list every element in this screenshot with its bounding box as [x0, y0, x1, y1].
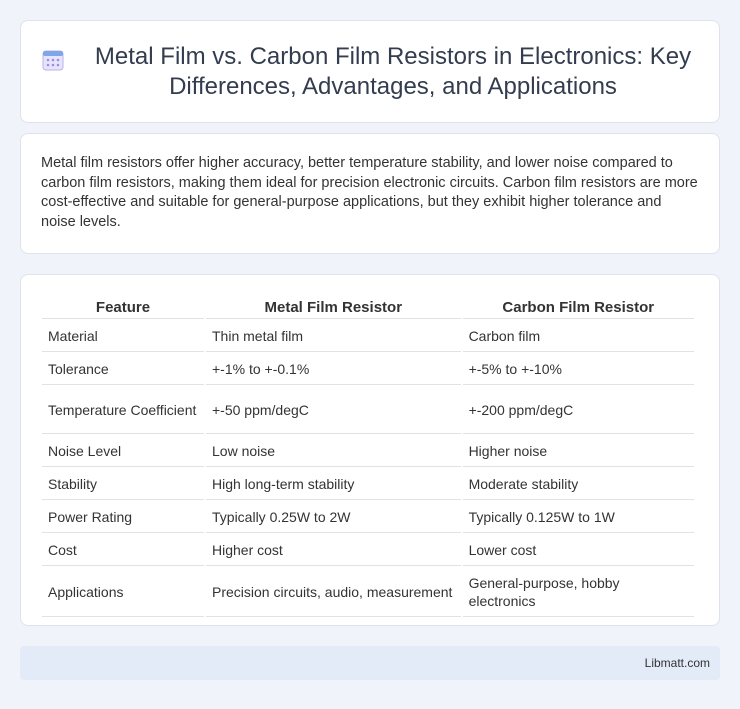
comparison-card: Feature Metal Film Resistor Carbon Film …: [20, 274, 720, 626]
metal-film-cell: Typically 0.25W to 2W: [206, 502, 461, 533]
carbon-film-cell: Moderate stability: [462, 469, 694, 500]
carbon-film-cell: Typically 0.125W to 1W: [462, 502, 694, 533]
summary-paragraph: Metal film resistors offer higher accura…: [41, 155, 698, 230]
feature-cell: Applications: [42, 568, 204, 617]
feature-cell: Power Rating: [42, 502, 204, 533]
metal-film-cell: Low noise: [206, 436, 461, 467]
feature-cell: Stability: [42, 469, 204, 500]
footer-brand: Libmatt.com: [644, 656, 710, 670]
summary-card: Metal film resistors offer higher accura…: [20, 133, 720, 254]
table-row: Applications Precision circuits, audio, …: [42, 568, 694, 617]
table-row: Power Rating Typically 0.25W to 2W Typic…: [42, 502, 694, 533]
metal-film-cell: Thin metal film: [206, 321, 461, 352]
table-row: Cost Higher cost Lower cost: [42, 535, 694, 566]
title-card: Metal Film vs. Carbon Film Resistors in …: [20, 20, 720, 123]
carbon-film-cell: General-purpose, hobby electronics: [462, 568, 694, 617]
metal-film-cell: Higher cost: [206, 535, 461, 566]
metal-film-cell: +-1% to +-0.1%: [206, 354, 461, 385]
table-header-row: Feature Metal Film Resistor Carbon Film …: [42, 297, 694, 319]
table-row: Noise Level Low noise Higher noise: [42, 436, 694, 467]
carbon-film-cell: Carbon film: [462, 321, 694, 352]
table-row: Temperature Coefficient +-50 ppm/degC +-…: [42, 387, 694, 434]
table-row: Tolerance +-1% to +-0.1% +-5% to +-10%: [42, 354, 694, 385]
header-carbon-film: Carbon Film Resistor: [462, 297, 694, 319]
carbon-film-cell: +-200 ppm/degC: [462, 387, 694, 434]
comparison-table: Feature Metal Film Resistor Carbon Film …: [40, 295, 696, 619]
page: Metal Film vs. Carbon Film Resistors in …: [0, 0, 740, 680]
metal-film-cell: High long-term stability: [206, 469, 461, 500]
feature-cell: Temperature Coefficient: [42, 387, 204, 434]
header-feature: Feature: [42, 297, 204, 319]
table-row: Material Thin metal film Carbon film: [42, 321, 694, 352]
carbon-film-cell: Lower cost: [462, 535, 694, 566]
title-row: Metal Film vs. Carbon Film Resistors in …: [41, 42, 699, 102]
metal-film-cell: +-50 ppm/degC: [206, 387, 461, 434]
feature-cell: Cost: [42, 535, 204, 566]
footer: Libmatt.com: [20, 646, 720, 680]
page-title: Metal Film vs. Carbon Film Resistors in …: [94, 42, 692, 100]
metal-film-cell: Precision circuits, audio, measurement: [206, 568, 461, 617]
feature-cell: Tolerance: [42, 354, 204, 385]
feature-cell: Noise Level: [42, 436, 204, 467]
carbon-film-cell: Higher noise: [462, 436, 694, 467]
header-metal-film: Metal Film Resistor: [206, 297, 461, 319]
calendar-grid-icon: [41, 48, 65, 72]
table-row: Stability High long-term stability Moder…: [42, 469, 694, 500]
carbon-film-cell: +-5% to +-10%: [462, 354, 694, 385]
feature-cell: Material: [42, 321, 204, 352]
